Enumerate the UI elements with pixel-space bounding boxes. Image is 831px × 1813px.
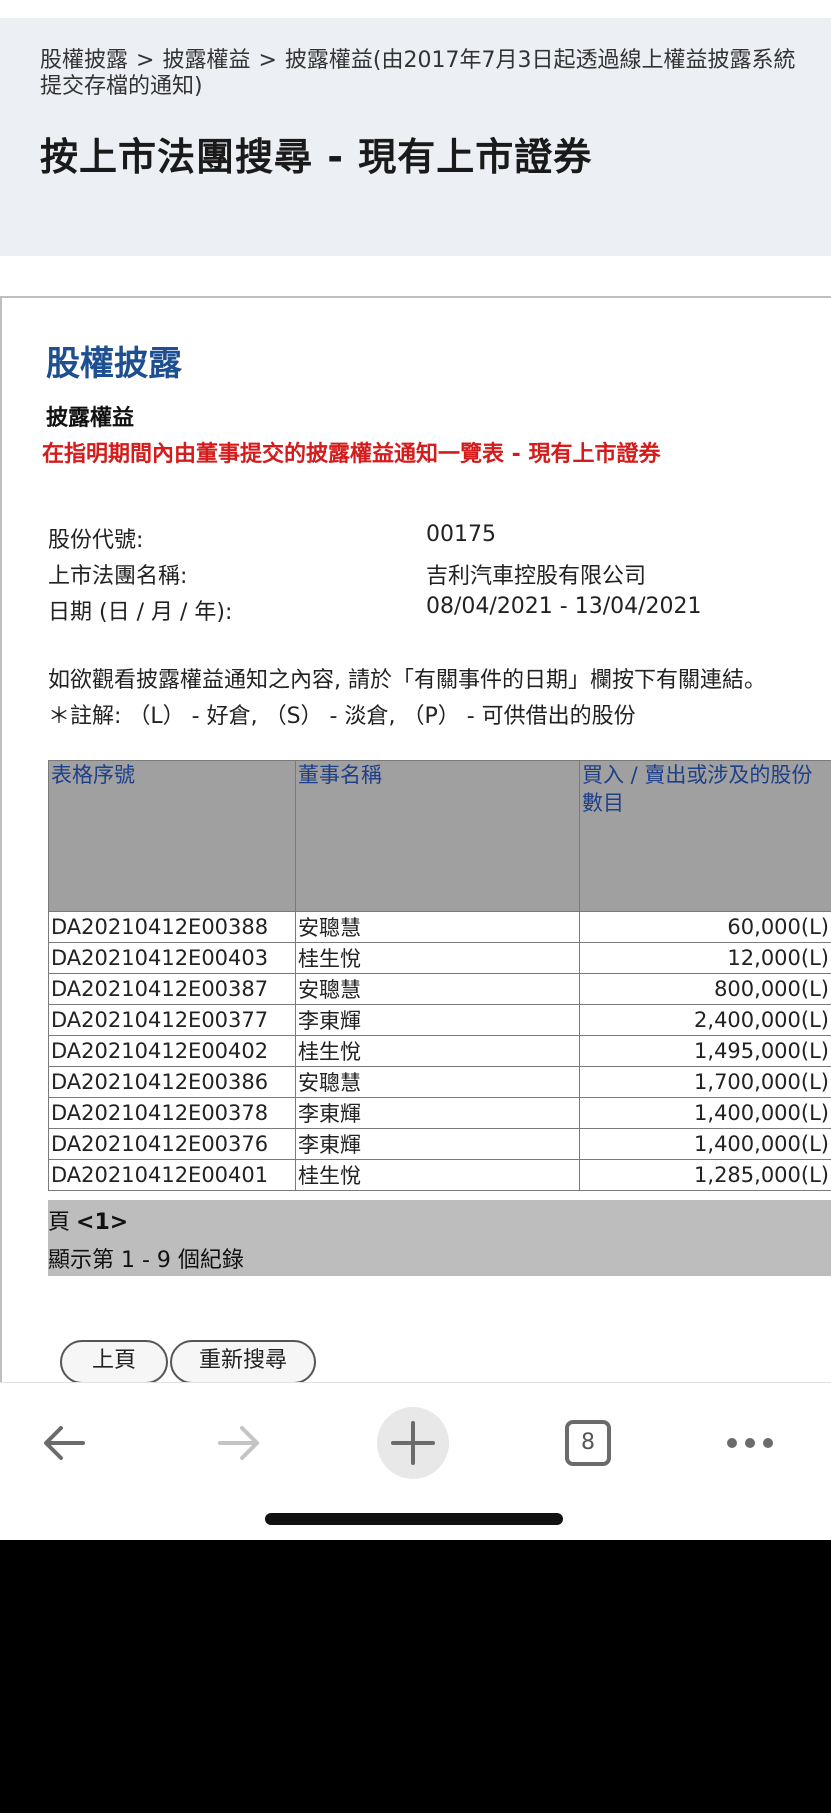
more-icon[interactable] (710, 1403, 790, 1483)
shares-cell: 1,495,000(L) (579, 1035, 831, 1067)
stock-code-label: 股份代號: (48, 528, 144, 553)
shares-cell: 1,285,000(L) (579, 1159, 831, 1191)
breadcrumb-separator: > (136, 48, 155, 73)
results-table: 表格序號 董事名稱 買入 / 賣出或涉及的股份數目 DA20210412E003… (48, 760, 831, 1191)
table-row: DA20210412E00377 李東輝 2,400,000(L) (48, 1004, 831, 1036)
shares-cell: 60,000(L) (579, 911, 831, 943)
stock-code-value: 00175 (426, 522, 496, 547)
column-header-director: 董事名稱 (295, 760, 580, 912)
plus-icon[interactable] (373, 1403, 453, 1483)
director-cell: 桂生悅 (295, 942, 580, 974)
form-number-cell: DA20210412E00401 (48, 1159, 296, 1191)
tabs-icon[interactable]: 8 (548, 1403, 628, 1483)
prev-page-button[interactable]: 上頁 (60, 1340, 168, 1384)
browser-screen: 股權披露 > 披露權益 > 披露權益(由2017年7月3日起透過線上權益披露系統提交存檔… (0, 0, 831, 1540)
form-number-cell: DA20210412E00377 (48, 1004, 296, 1036)
page-header: 股權披露 > 披露權益 > 披露權益(由2017年7月3日起透過線上權益披露系統提交存檔… (0, 18, 831, 256)
table-row: DA20210412E00376 李東輝 1,400,000(L) (48, 1128, 831, 1160)
shares-cell: 1,700,000(L) (579, 1066, 831, 1098)
director-cell: 桂生悅 (295, 1035, 580, 1067)
shares-cell: 2,400,000(L) (579, 1004, 831, 1036)
director-cell: 李東輝 (295, 1004, 580, 1036)
table-row: DA20210412E00388 安聰慧 60,000(L) (48, 911, 831, 943)
date-value: 08/04/2021 - 13/04/2021 (426, 594, 702, 619)
instructions-text: 如欲觀看披露權益通知之內容, 請於「有關事件的日期」欄按下有關連結。 (48, 668, 766, 693)
new-search-button[interactable]: 重新搜尋 (170, 1340, 316, 1384)
form-number-cell: DA20210412E00376 (48, 1128, 296, 1160)
table-row: DA20210412E00386 安聰慧 1,700,000(L) (48, 1066, 831, 1098)
pager-label: 頁 (48, 1210, 71, 1235)
list-title: 在指明期間內由董事提交的披露權益通知一覽表 - 現有上市證券 (42, 442, 661, 467)
shares-cell: 1,400,000(L) (579, 1128, 831, 1160)
form-number-cell: DA20210412E00403 (48, 942, 296, 974)
form-number-cell: DA20210412E00387 (48, 973, 296, 1005)
subsection-title: 披露權益 (46, 405, 135, 431)
tab-count: 8 (581, 1430, 595, 1455)
shares-cell: 12,000(L) (579, 942, 831, 974)
breadcrumb: 股權披露 > 披露權益 > 披露權益(由2017年7月3日起透過線上權益披露系統提交存檔… (40, 48, 800, 100)
breadcrumb-item-disclosure[interactable]: 股權披露 (40, 48, 128, 73)
company-label: 上市法團名稱: (48, 564, 188, 589)
shares-cell: 800,000(L) (579, 973, 831, 1005)
pager: 頁 <1> (48, 1204, 128, 1236)
date-label: 日期 (日 / 月 / 年): (48, 600, 233, 625)
shares-cell: 1,400,000(L) (579, 1097, 831, 1129)
form-number-cell: DA20210412E00402 (48, 1035, 296, 1067)
table-row: DA20210412E00378 李東輝 1,400,000(L) (48, 1097, 831, 1129)
director-cell: 安聰慧 (295, 973, 580, 1005)
director-cell: 李東輝 (295, 1097, 580, 1129)
column-header-form-number: 表格序號 (48, 760, 296, 912)
pager-box: 頁 <1> 顯示第 1 - 9 個紀錄 (48, 1200, 831, 1276)
form-number-cell: DA20210412E00388 (48, 911, 296, 943)
breadcrumb-item-interests[interactable]: 披露權益 (162, 48, 250, 73)
back-arrow-icon[interactable] (25, 1403, 105, 1483)
page-title: 按上市法團搜尋 - 現有上市證券 (40, 135, 593, 179)
section-title: 股權披露 (46, 344, 182, 384)
table-header-row: 表格序號 董事名稱 買入 / 賣出或涉及的股份數目 (48, 760, 831, 912)
home-indicator[interactable] (265, 1513, 563, 1525)
director-cell: 桂生悅 (295, 1159, 580, 1191)
table-row: DA20210412E00402 桂生悅 1,495,000(L) (48, 1035, 831, 1067)
forward-arrow-icon[interactable] (198, 1403, 278, 1483)
page-link[interactable]: <1> (76, 1210, 128, 1235)
table-row: DA20210412E00387 安聰慧 800,000(L) (48, 973, 831, 1005)
form-number-cell: DA20210412E00386 (48, 1066, 296, 1098)
column-header-shares: 買入 / 賣出或涉及的股份數目 (579, 760, 831, 912)
director-cell: 李東輝 (295, 1128, 580, 1160)
form-number-cell: DA20210412E00378 (48, 1097, 296, 1129)
table-row: DA20210412E00403 桂生悅 12,000(L) (48, 942, 831, 974)
company-value: 吉利汽車控股有限公司 (426, 564, 647, 589)
note-text: ＊註解: （L） - 好倉, （S） - 淡倉, （P） - 可供借出的股份 (48, 704, 636, 729)
director-cell: 安聰慧 (295, 911, 580, 943)
breadcrumb-separator: > (258, 48, 277, 73)
table-row: DA20210412E00401 桂生悅 1,285,000(L) (48, 1159, 831, 1191)
director-cell: 安聰慧 (295, 1066, 580, 1098)
record-count: 顯示第 1 - 9 個紀錄 (48, 1248, 244, 1273)
